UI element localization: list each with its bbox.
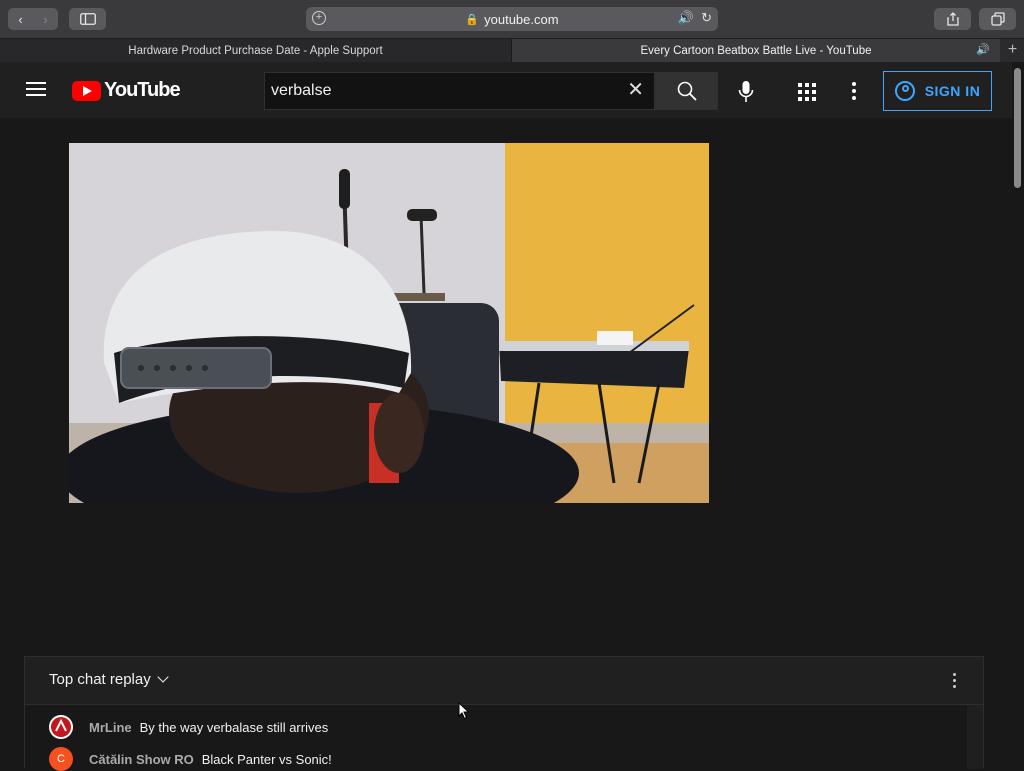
forward-icon[interactable]: › xyxy=(43,12,47,27)
sign-in-button[interactable]: SIGN IN xyxy=(883,71,992,111)
play-logo-icon xyxy=(72,80,101,101)
sidebar-icon xyxy=(79,13,96,25)
tab-apple-support[interactable]: Hardware Product Purchase Date - Apple S… xyxy=(0,39,512,62)
search-icon xyxy=(677,81,697,101)
back-icon[interactable]: ‹ xyxy=(18,12,22,27)
mouse-cursor-icon xyxy=(458,702,470,720)
avatar[interactable]: C xyxy=(49,747,73,771)
chat-mode-dropdown[interactable]: Top chat replay xyxy=(49,671,169,688)
video-player[interactable] xyxy=(69,143,709,503)
chevron-down-icon xyxy=(157,671,169,683)
menu-icon[interactable] xyxy=(26,82,46,100)
tab-overview-button[interactable] xyxy=(979,8,1016,30)
share-icon xyxy=(946,12,959,26)
sidebar-toggle-button[interactable] xyxy=(69,8,106,30)
avatar[interactable] xyxy=(49,715,73,739)
settings-more-icon[interactable] xyxy=(852,82,856,103)
new-tab-button[interactable]: + xyxy=(1001,39,1024,62)
chat-text: Black Panter vs Sonic! xyxy=(201,751,332,767)
chat-author[interactable]: MrLine xyxy=(89,720,132,735)
audio-playing-icon[interactable]: 🔊 xyxy=(678,10,694,26)
tab-youtube[interactable]: Every Cartoon Beatbox Battle Live - YouT… xyxy=(512,39,1000,62)
sign-in-label: SIGN IN xyxy=(924,83,981,99)
tab-audio-icon[interactable]: 🔊 xyxy=(976,43,990,56)
chat-text: By the way verbalase still arrives xyxy=(139,719,329,735)
youtube-logo[interactable]: YouTube xyxy=(72,79,181,102)
lock-icon: 🔒 xyxy=(465,13,480,26)
tab-bar: Hardware Product Purchase Date - Apple S… xyxy=(0,38,1024,62)
chat-messages: MrLine By the way verbalase still arrive… xyxy=(25,705,983,771)
nav-buttons: ‹ › xyxy=(8,8,58,30)
reload-icon[interactable]: ↻ xyxy=(701,10,712,26)
apps-grid-icon[interactable] xyxy=(798,83,816,101)
page-scrollbar[interactable] xyxy=(1012,62,1024,768)
search-box: ✕ xyxy=(264,72,655,110)
chat-message: C Cătălin Show RO Black Panter vs Sonic! xyxy=(49,747,332,771)
url-text: youtube.com xyxy=(484,11,559,27)
microphone-icon[interactable] xyxy=(738,81,754,103)
chat-message: MrLine By the way verbalase still arrive… xyxy=(49,715,328,739)
chat-scrollbar[interactable] xyxy=(967,705,983,769)
account-icon xyxy=(894,81,915,101)
logo-text: YouTube xyxy=(104,79,181,101)
scrollbar-thumb[interactable] xyxy=(1014,68,1021,188)
youtube-header: YouTube ✕ SIGN IN xyxy=(0,62,1012,118)
chat-more-icon[interactable] xyxy=(953,673,956,691)
live-chat-panel: Top chat replay MrLine By the way verbal… xyxy=(24,656,984,771)
chat-header: Top chat replay xyxy=(25,657,983,705)
tabs-icon xyxy=(990,12,1005,26)
search-input[interactable] xyxy=(265,73,615,109)
clear-search-icon[interactable]: ✕ xyxy=(627,80,644,100)
add-icon[interactable]: + xyxy=(312,11,326,25)
avatar-logo-icon xyxy=(49,715,73,739)
chat-author[interactable]: Cătălin Show RO xyxy=(89,752,194,767)
tab-label: Hardware Product Purchase Date - Apple S… xyxy=(128,44,383,57)
chat-title: Top chat replay xyxy=(49,671,151,688)
search-button[interactable] xyxy=(655,72,718,110)
video-frame xyxy=(69,143,709,503)
browser-toolbar: ‹ › + 🔒 youtube.com 🔊 ↻ xyxy=(0,0,1024,38)
tab-label: Every Cartoon Beatbox Battle Live - YouT… xyxy=(640,44,872,57)
address-bar[interactable]: + 🔒 youtube.com 🔊 ↻ xyxy=(306,7,718,31)
share-button[interactable] xyxy=(934,8,971,30)
